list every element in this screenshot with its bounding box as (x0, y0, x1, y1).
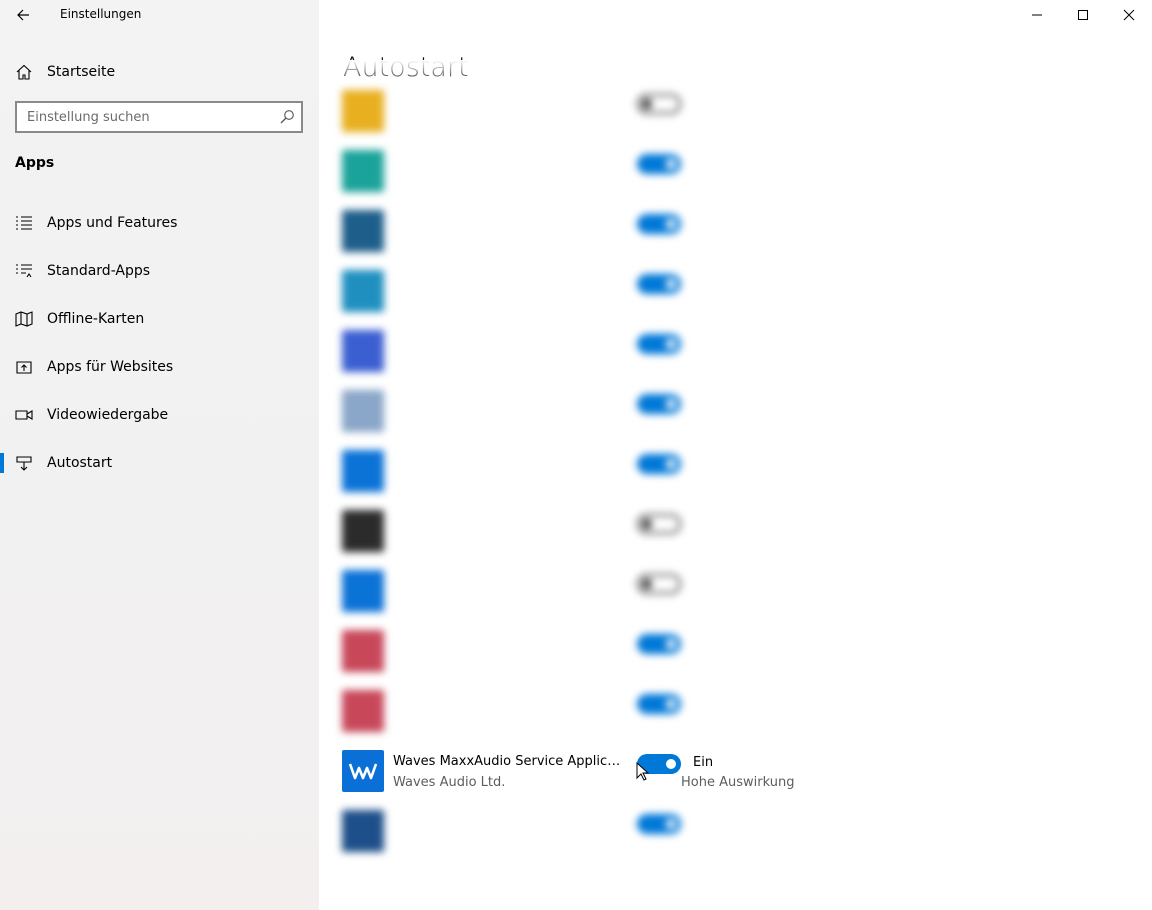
close-icon (1123, 9, 1135, 21)
app-icon (342, 210, 384, 252)
app-icon (342, 690, 384, 732)
home-label: Startseite (47, 64, 116, 80)
startup-app-row (340, 566, 820, 626)
startup-toggle[interactable] (637, 274, 681, 294)
startup-toggle[interactable] (637, 574, 681, 594)
maximize-icon (1078, 10, 1088, 20)
app-icon (342, 450, 384, 492)
maximize-button[interactable] (1060, 0, 1106, 30)
app-icon (342, 810, 384, 852)
sidebar-item-default-apps[interactable]: Standard-Apps (0, 247, 319, 295)
startup-app-row (340, 446, 820, 506)
home-icon (15, 63, 33, 81)
settings-search-box[interactable] (15, 101, 303, 133)
app-icon (342, 330, 384, 372)
startup-app-list: Waves MaxxAudio Service Applicati... Wave… (340, 86, 820, 866)
startup-toggle[interactable] (637, 94, 681, 114)
window-controls (1014, 0, 1152, 30)
startup-toggle[interactable] (637, 514, 681, 534)
sidebar-item-label: Apps für Websites (47, 359, 174, 375)
video-icon (15, 406, 33, 424)
app-icon (342, 90, 384, 132)
app-icon (342, 570, 384, 612)
startup-app-row (340, 626, 820, 686)
sidebar-nav: Apps und Features Standard-Apps Offline-… (0, 199, 319, 487)
app-icon (342, 390, 384, 432)
sidebar-item-label: Autostart (47, 455, 113, 471)
search-icon[interactable] (279, 109, 295, 125)
sidebar-item-label: Offline-Karten (47, 311, 145, 327)
web-apps-icon (15, 358, 33, 376)
startup-app-row (340, 686, 820, 746)
sidebar-item-autostart[interactable]: Autostart (0, 439, 319, 487)
close-button[interactable] (1106, 0, 1152, 30)
sidebar-item-apps-features[interactable]: Apps und Features (0, 199, 319, 247)
home-link[interactable]: Startseite (0, 54, 319, 90)
startup-toggle[interactable] (637, 154, 681, 174)
apps-features-icon (15, 214, 33, 232)
app-icon (342, 270, 384, 312)
startup-app-row (340, 506, 820, 566)
startup-app-row: Waves MaxxAudio Service Applicati... Wave… (340, 746, 820, 806)
startup-app-row (340, 146, 820, 206)
sidebar-item-label: Apps und Features (47, 215, 178, 231)
title-bar: Einstellungen (0, 0, 319, 30)
window-title: Einstellungen (60, 7, 142, 21)
startup-toggle[interactable] (637, 394, 681, 414)
startup-impact: Hohe Auswirkung (681, 775, 795, 790)
startup-toggle[interactable] (637, 454, 681, 474)
section-title: Apps (15, 155, 55, 171)
scroll-fade (340, 60, 820, 84)
startup-app-row (340, 206, 820, 266)
minimize-icon (1032, 14, 1042, 16)
startup-toggle[interactable] (637, 634, 681, 654)
app-publisher: Waves Audio Ltd. (393, 775, 506, 790)
app-icon (342, 630, 384, 672)
app-name: Waves MaxxAudio Service Applicati... (393, 754, 623, 769)
sidebar-item-label: Standard-Apps (47, 263, 151, 279)
default-apps-icon (15, 262, 33, 280)
map-icon (15, 310, 33, 328)
sidebar-item-video-playback[interactable]: Videowiedergabe (0, 391, 319, 439)
minimize-button[interactable] (1014, 0, 1060, 30)
app-icon (342, 510, 384, 552)
app-icon (342, 150, 384, 192)
mouse-cursor-icon (636, 762, 650, 781)
sidebar-item-offline-maps[interactable]: Offline-Karten (0, 295, 319, 343)
toggle-state-label: Ein (693, 755, 714, 770)
startup-app-row (340, 266, 820, 326)
startup-app-row (340, 806, 820, 866)
startup-icon (15, 454, 33, 472)
app-icon (342, 750, 384, 792)
sidebar-item-apps-for-websites[interactable]: Apps für Websites (0, 343, 319, 391)
back-arrow-icon (17, 9, 29, 21)
startup-app-row (340, 86, 820, 146)
startup-toggle[interactable] (637, 814, 681, 834)
startup-app-row (340, 386, 820, 446)
search-input[interactable] (17, 103, 267, 131)
back-button[interactable] (8, 0, 38, 30)
startup-toggle[interactable] (637, 694, 681, 714)
startup-app-row (340, 326, 820, 386)
sidebar: Einstellungen Startseite Apps Apps und F… (0, 0, 319, 910)
startup-toggle[interactable] (637, 334, 681, 354)
startup-toggle[interactable] (637, 214, 681, 234)
sidebar-item-label: Videowiedergabe (47, 407, 169, 423)
